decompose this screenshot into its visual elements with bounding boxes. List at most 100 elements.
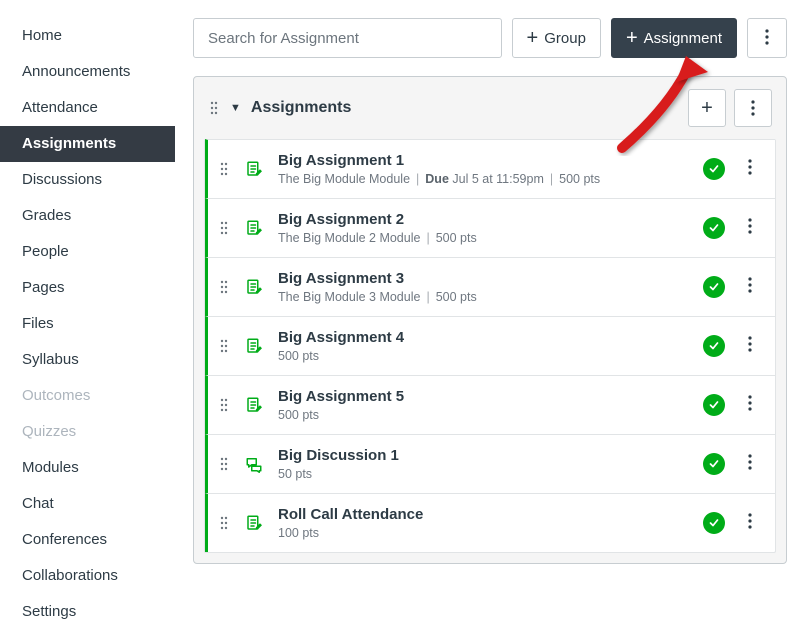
assignment-row[interactable]: Big Discussion 1 50 pts <box>205 434 775 493</box>
add-assignment-button[interactable]: + Assignment <box>611 18 737 58</box>
nav-item-grades[interactable]: Grades <box>0 198 175 234</box>
assignment-meta: The Big Module 3 Module | 500 pts <box>278 290 689 304</box>
meta-separator: | <box>426 231 429 245</box>
row-more-button[interactable] <box>739 395 761 416</box>
assignment-row[interactable]: Big Assignment 1 The Big Module Module | Du… <box>205 139 775 198</box>
assignment-row[interactable]: Big Assignment 5 500 pts <box>205 375 775 434</box>
assignment-icon <box>244 278 264 296</box>
course-nav: HomeAnnouncementsAttendanceAssignmentsDi… <box>0 0 175 643</box>
assignment-icon <box>244 160 264 178</box>
row-more-button[interactable] <box>739 159 761 180</box>
assignment-title[interactable]: Big Assignment 1 <box>278 152 689 169</box>
nav-item-announcements[interactable]: Announcements <box>0 54 175 90</box>
assignment-points: 500 pts <box>436 231 477 245</box>
assignment-meta: The Big Module 2 Module | 500 pts <box>278 231 689 245</box>
published-badge[interactable] <box>703 453 725 475</box>
add-group-button[interactable]: + Group <box>512 18 601 58</box>
nav-item-attendance[interactable]: Attendance <box>0 90 175 126</box>
group-more-button[interactable] <box>734 89 772 127</box>
assignment-body: Big Assignment 1 The Big Module Module | Du… <box>278 152 689 186</box>
assignment-module: The Big Module 2 Module <box>278 231 420 245</box>
assignment-title[interactable]: Big Assignment 4 <box>278 329 689 346</box>
nav-item-assignments[interactable]: Assignments <box>0 126 175 162</box>
assignment-body: Big Assignment 3 The Big Module 3 Module |… <box>278 270 689 304</box>
assignment-body: Big Assignment 2 The Big Module 2 Module |… <box>278 211 689 245</box>
row-more-button[interactable] <box>739 218 761 239</box>
assignment-points: 500 pts <box>436 290 477 304</box>
assignment-icon <box>244 396 264 414</box>
assignment-meta: 50 pts <box>278 467 689 481</box>
row-more-button[interactable] <box>739 336 761 357</box>
drag-handle-icon[interactable] <box>218 279 230 295</box>
search-input[interactable] <box>193 18 502 58</box>
drag-handle-icon[interactable] <box>218 456 230 472</box>
drag-handle-icon[interactable] <box>218 161 230 177</box>
assignment-list: Big Assignment 1 The Big Module Module | Du… <box>204 139 776 553</box>
nav-item-discussions[interactable]: Discussions <box>0 162 175 198</box>
drag-handle-icon[interactable] <box>218 397 230 413</box>
published-badge[interactable] <box>703 335 725 357</box>
assignment-row[interactable]: Roll Call Attendance 100 pts <box>205 493 775 552</box>
nav-item-conferences[interactable]: Conferences <box>0 522 175 558</box>
meta-separator: | <box>426 290 429 304</box>
assignment-module: The Big Module Module <box>278 172 410 186</box>
add-assignment-label: Assignment <box>644 30 722 47</box>
assignment-row[interactable]: Big Assignment 2 The Big Module 2 Module |… <box>205 198 775 257</box>
drag-handle-icon[interactable] <box>218 338 230 354</box>
assignment-title[interactable]: Big Discussion 1 <box>278 447 689 464</box>
assignment-group: ▼ Assignments + Big Assignment 1 The Big … <box>193 76 787 564</box>
nav-item-chat[interactable]: Chat <box>0 486 175 522</box>
row-more-button[interactable] <box>739 277 761 298</box>
row-more-button[interactable] <box>739 513 761 534</box>
assignment-row[interactable]: Big Assignment 4 500 pts <box>205 316 775 375</box>
collapse-caret-icon[interactable]: ▼ <box>230 102 241 114</box>
assignment-points: 500 pts <box>278 408 319 422</box>
assignment-points: 50 pts <box>278 467 312 481</box>
assignment-icon <box>244 337 264 355</box>
nav-item-pages[interactable]: Pages <box>0 270 175 306</box>
assignment-module: The Big Module 3 Module <box>278 290 420 304</box>
assignment-meta: 500 pts <box>278 349 689 363</box>
assignment-due: Due Jul 5 at 11:59pm <box>425 172 544 186</box>
nav-item-syllabus[interactable]: Syllabus <box>0 342 175 378</box>
published-badge[interactable] <box>703 217 725 239</box>
assignment-body: Roll Call Attendance 100 pts <box>278 506 689 540</box>
assignment-title[interactable]: Big Assignment 5 <box>278 388 689 405</box>
toolbar: + Group + Assignment <box>193 18 787 58</box>
assignment-points: 100 pts <box>278 526 319 540</box>
nav-item-settings[interactable]: Settings <box>0 594 175 630</box>
nav-item-quizzes[interactable]: Quizzes <box>0 414 175 450</box>
nav-item-home[interactable]: Home <box>0 18 175 54</box>
published-badge[interactable] <box>703 158 725 180</box>
plus-icon: + <box>626 28 638 48</box>
assignment-meta: The Big Module Module | Due Jul 5 at 11:59… <box>278 172 689 186</box>
drag-handle-icon[interactable] <box>218 220 230 236</box>
assignment-row[interactable]: Big Assignment 3 The Big Module 3 Module |… <box>205 257 775 316</box>
nav-item-outcomes[interactable]: Outcomes <box>0 378 175 414</box>
plus-icon: + <box>527 28 539 48</box>
group-add-button[interactable]: + <box>688 89 726 127</box>
drag-handle-icon[interactable] <box>208 100 220 116</box>
assignment-title[interactable]: Roll Call Attendance <box>278 506 689 523</box>
assignment-points: 500 pts <box>278 349 319 363</box>
published-badge[interactable] <box>703 512 725 534</box>
nav-item-people[interactable]: People <box>0 234 175 270</box>
row-more-button[interactable] <box>739 454 761 475</box>
assignment-title[interactable]: Big Assignment 3 <box>278 270 689 287</box>
assignment-body: Big Assignment 4 500 pts <box>278 329 689 363</box>
nav-item-modules[interactable]: Modules <box>0 450 175 486</box>
main-content: + Group + Assignment ▼ Assignments <box>175 0 807 643</box>
nav-item-files[interactable]: Files <box>0 306 175 342</box>
published-badge[interactable] <box>703 394 725 416</box>
nav-item-collaborations[interactable]: Collaborations <box>0 558 175 594</box>
toolbar-more-button[interactable] <box>747 18 787 58</box>
assignment-title[interactable]: Big Assignment 2 <box>278 211 689 228</box>
add-group-label: Group <box>544 30 586 47</box>
discussion-icon <box>244 455 264 473</box>
assignment-body: Big Assignment 5 500 pts <box>278 388 689 422</box>
published-badge[interactable] <box>703 276 725 298</box>
assignment-icon <box>244 514 264 532</box>
drag-handle-icon[interactable] <box>218 515 230 531</box>
meta-separator: | <box>416 172 419 186</box>
group-header: ▼ Assignments + <box>194 77 786 139</box>
